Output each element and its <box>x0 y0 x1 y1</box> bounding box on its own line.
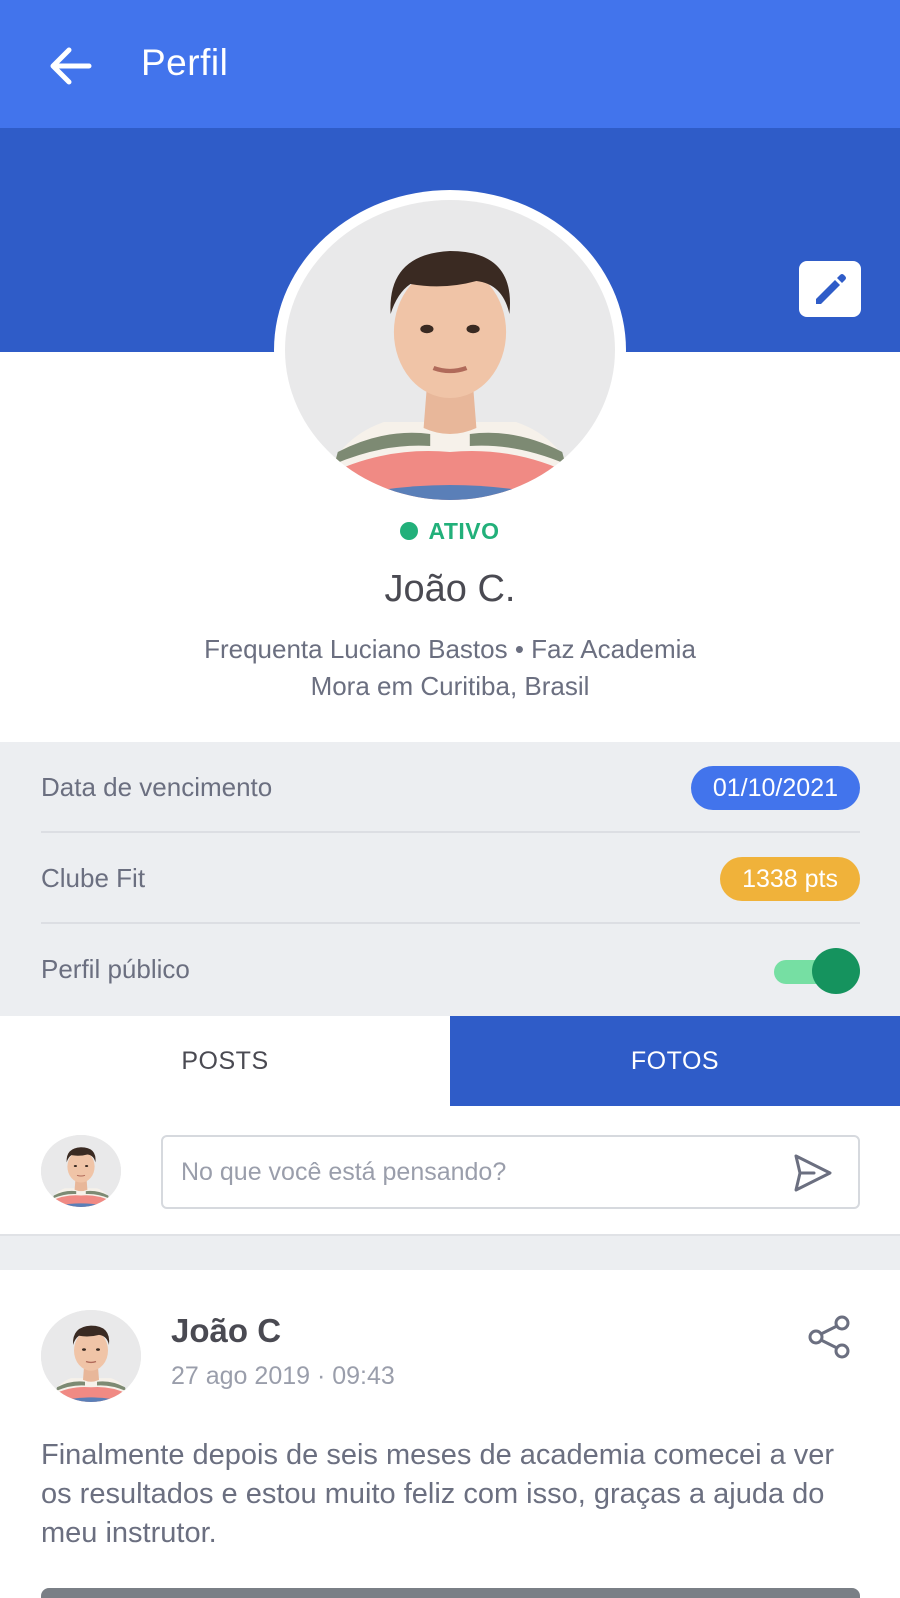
post-author-name[interactable]: João C <box>171 1312 281 1350</box>
edit-profile-button[interactable] <box>799 261 861 317</box>
points-badge: 1338 pts <box>720 857 860 901</box>
profile-gym-info: Frequenta Luciano Bastos • Faz Academia <box>204 634 696 664</box>
status-dot <box>400 522 419 540</box>
app-bar: Perfil <box>0 0 900 128</box>
tab-fotos[interactable]: FOTOS <box>450 1016 900 1106</box>
public-profile-row: Perfil público <box>41 924 860 1015</box>
post-timestamp: 27 ago 2019 · 09:43 <box>171 1362 395 1390</box>
feed-divider <box>0 1234 900 1270</box>
due-date-row: Data de vencimento 01/10/2021 <box>41 742 860 833</box>
due-date-badge: 01/10/2021 <box>690 766 860 810</box>
club-fit-row: Clube Fit 1338 pts <box>41 833 860 924</box>
profile-tabs: POSTS FOTOS <box>0 1016 900 1106</box>
profile-location-info: Mora em Curitiba, Brasil <box>310 671 590 701</box>
public-profile-toggle[interactable] <box>772 948 860 994</box>
post-image[interactable] <box>41 1588 860 1598</box>
arrow-left-icon[interactable] <box>44 40 96 92</box>
post-composer <box>161 1135 860 1209</box>
public-profile-label: Perfil público <box>41 954 190 984</box>
pencil-icon <box>816 274 846 304</box>
status-badge: ATIVO <box>0 518 900 545</box>
share-icon[interactable] <box>806 1314 854 1360</box>
toggle-knob <box>812 948 860 994</box>
tab-posts[interactable]: POSTS <box>0 1016 450 1106</box>
status-label: ATIVO <box>428 518 500 544</box>
page-title: Perfil <box>141 42 229 83</box>
due-date-label: Data de vencimento <box>41 772 273 802</box>
club-fit-label: Clube Fit <box>41 863 146 893</box>
profile-name: João C. <box>384 568 516 610</box>
composer-avatar <box>41 1135 121 1207</box>
profile-stats: Data de vencimento 01/10/2021 Clube Fit … <box>0 742 900 1016</box>
send-icon[interactable] <box>790 1151 836 1195</box>
post-author-avatar[interactable] <box>41 1310 141 1402</box>
post-input[interactable] <box>181 1137 761 1207</box>
post-body: Finalmente depois de seis meses de acade… <box>41 1439 835 1549</box>
profile-avatar[interactable] <box>285 200 615 500</box>
